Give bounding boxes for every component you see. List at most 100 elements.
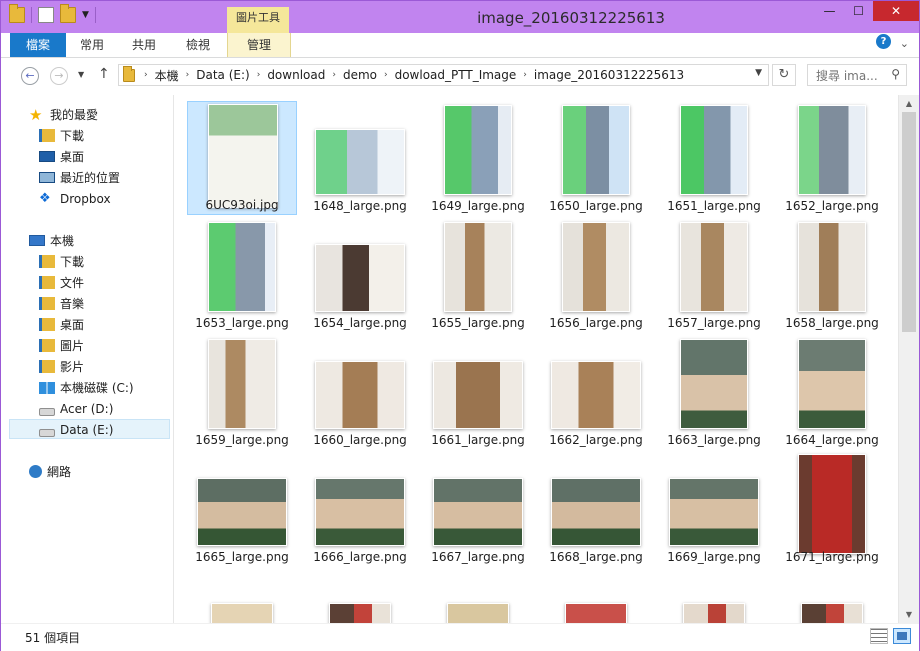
address-bar[interactable]: › 本機 › Data (E:) › download › demo › dow… <box>118 64 769 86</box>
file-item[interactable]: 1655_large.png <box>423 218 533 332</box>
tab-home[interactable]: 常用 <box>69 33 115 57</box>
scrollbar-thumb[interactable] <box>902 112 916 332</box>
file-item[interactable] <box>305 569 415 623</box>
details-view-icon[interactable] <box>870 628 888 644</box>
file-list[interactable]: 6UC93oi.jpg 1648_large.png 1649_large.png 1… <box>174 95 898 623</box>
customize-toolbar-icon[interactable]: ▼ <box>82 10 89 20</box>
back-button[interactable]: ← <box>21 67 39 85</box>
help-button[interactable]: ? <box>876 34 891 49</box>
file-item[interactable]: 1663_large.png <box>659 335 769 449</box>
file-item[interactable]: 1654_large.png <box>305 218 415 332</box>
sidebar-item-pc-desktop[interactable]: 桌面 <box>39 315 84 335</box>
new-folder-icon[interactable] <box>60 4 76 23</box>
sidebar-item-documents[interactable]: 文件 <box>39 273 84 293</box>
file-name: 1654_large.png <box>313 316 407 330</box>
sidebar-item-music[interactable]: 音樂 <box>39 294 84 314</box>
breadcrumb-data-drive[interactable]: Data (E:) <box>196 68 249 82</box>
tab-share[interactable]: 共用 <box>121 33 167 57</box>
ribbon-tabs: 檔案 常用 共用 檢視 管理 ? ⌄ <box>1 33 919 58</box>
sidebar-item-pc-downloads[interactable]: 下載 <box>39 252 84 272</box>
sidebar-item-this-pc[interactable]: 本機 <box>29 231 74 251</box>
breadcrumb-current-folder[interactable]: image_20160312225613 <box>534 68 684 82</box>
file-item[interactable]: 1666_large.png <box>305 452 415 566</box>
file-item[interactable]: 1651_large.png <box>659 101 769 215</box>
file-item[interactable] <box>187 569 297 623</box>
sidebar-item-dropbox[interactable]: ❖ Dropbox <box>39 189 111 209</box>
file-item[interactable]: 1661_large.png <box>423 335 533 449</box>
tab-file[interactable]: 檔案 <box>10 33 66 57</box>
file-item[interactable]: 1671_large.png <box>777 452 887 566</box>
breadcrumb-separator[interactable]: › <box>144 70 148 80</box>
minimize-button[interactable]: — <box>815 1 844 21</box>
file-name: 1648_large.png <box>313 199 407 213</box>
file-item[interactable]: 1658_large.png <box>777 218 887 332</box>
search-box[interactable]: ⚲ <box>807 64 907 86</box>
sidebar-item-downloads[interactable]: 下載 <box>39 126 84 146</box>
breadcrumb-download[interactable]: download <box>267 68 325 82</box>
file-item[interactable] <box>777 569 887 623</box>
breadcrumb-separator[interactable]: › <box>332 70 336 80</box>
item-count: 51 個項目 <box>25 631 81 645</box>
file-name: 1667_large.png <box>431 550 525 564</box>
search-input[interactable] <box>814 66 888 86</box>
file-item[interactable]: 1664_large.png <box>777 335 887 449</box>
file-item[interactable]: 1652_large.png <box>777 101 887 215</box>
tab-view[interactable]: 檢視 <box>173 33 223 57</box>
close-button[interactable]: ✕ <box>873 1 919 21</box>
large-icons-view-icon[interactable] <box>893 628 911 644</box>
image-thumbnail <box>433 478 523 546</box>
file-item[interactable]: 1659_large.png <box>187 335 297 449</box>
file-item[interactable] <box>423 569 533 623</box>
search-icon[interactable]: ⚲ <box>891 67 900 81</box>
sidebar-item-acer-d[interactable]: Acer (D:) <box>39 399 113 419</box>
file-item[interactable]: 1665_large.png <box>187 452 297 566</box>
sidebar-item-network[interactable]: 網路 <box>29 462 71 482</box>
tab-manage[interactable]: 管理 <box>227 33 291 57</box>
file-item[interactable]: 1656_large.png <box>541 218 651 332</box>
sidebar-item-label: 影片 <box>60 360 85 374</box>
file-item[interactable] <box>659 569 769 623</box>
file-item[interactable]: 1660_large.png <box>305 335 415 449</box>
file-item[interactable]: 1653_large.png <box>187 218 297 332</box>
image-thumbnail <box>197 478 287 546</box>
file-item[interactable]: 1657_large.png <box>659 218 769 332</box>
file-item[interactable]: 6UC93oi.jpg <box>187 101 297 215</box>
sidebar-item-pictures[interactable]: 圖片 <box>39 336 84 356</box>
breadcrumb-separator[interactable]: › <box>523 70 527 80</box>
scroll-up-arrow[interactable]: ▲ <box>899 95 919 112</box>
breadcrumb-ptt-image[interactable]: dowload_PTT_Image <box>395 68 517 82</box>
forward-button[interactable]: → <box>50 67 68 85</box>
file-item[interactable]: 1668_large.png <box>541 452 651 566</box>
refresh-button[interactable]: ↻ <box>772 64 796 86</box>
file-name: 1668_large.png <box>549 550 643 564</box>
sidebar-item-favorites[interactable]: ★ 我的最愛 <box>29 105 98 125</box>
file-item[interactable]: 1649_large.png <box>423 101 533 215</box>
chevron-down-icon[interactable]: ⌄ <box>900 37 909 50</box>
file-item[interactable]: 1650_large.png <box>541 101 651 215</box>
sidebar-item-local-disk-c[interactable]: 本機磁碟 (C:) <box>39 378 134 398</box>
maximize-button[interactable]: ☐ <box>844 1 873 21</box>
sidebar-item-desktop[interactable]: 桌面 <box>39 147 84 167</box>
file-item[interactable]: 1669_large.png <box>659 452 769 566</box>
breadcrumb-demo[interactable]: demo <box>343 68 377 82</box>
sidebar-item-recent-places[interactable]: 最近的位置 <box>39 168 120 188</box>
picture-tools-label: 圖片工具 <box>227 7 289 33</box>
breadcrumb-separator[interactable]: › <box>186 70 190 80</box>
scroll-down-arrow[interactable]: ▼ <box>899 606 919 623</box>
file-item[interactable]: 1662_large.png <box>541 335 651 449</box>
vertical-scrollbar[interactable]: ▲ ▼ <box>898 95 919 623</box>
sidebar-item-data-e[interactable]: Data (E:) <box>9 419 170 439</box>
file-item[interactable]: 1648_large.png <box>305 101 415 215</box>
folder-icon <box>123 65 135 82</box>
file-item[interactable] <box>541 569 651 623</box>
breadcrumb-this-pc[interactable]: 本機 <box>155 67 179 84</box>
sidebar-item-videos[interactable]: 影片 <box>39 357 84 377</box>
properties-icon[interactable] <box>38 7 54 23</box>
address-history-dropdown[interactable]: ▼ <box>755 68 762 78</box>
file-item[interactable]: 1667_large.png <box>423 452 533 566</box>
recent-locations-dropdown[interactable]: ▼ <box>78 70 84 79</box>
breadcrumb-separator[interactable]: › <box>257 70 261 80</box>
sidebar-item-label: Data (E:) <box>60 423 114 437</box>
breadcrumb-separator[interactable]: › <box>384 70 388 80</box>
up-button[interactable]: ↑ <box>98 66 110 82</box>
